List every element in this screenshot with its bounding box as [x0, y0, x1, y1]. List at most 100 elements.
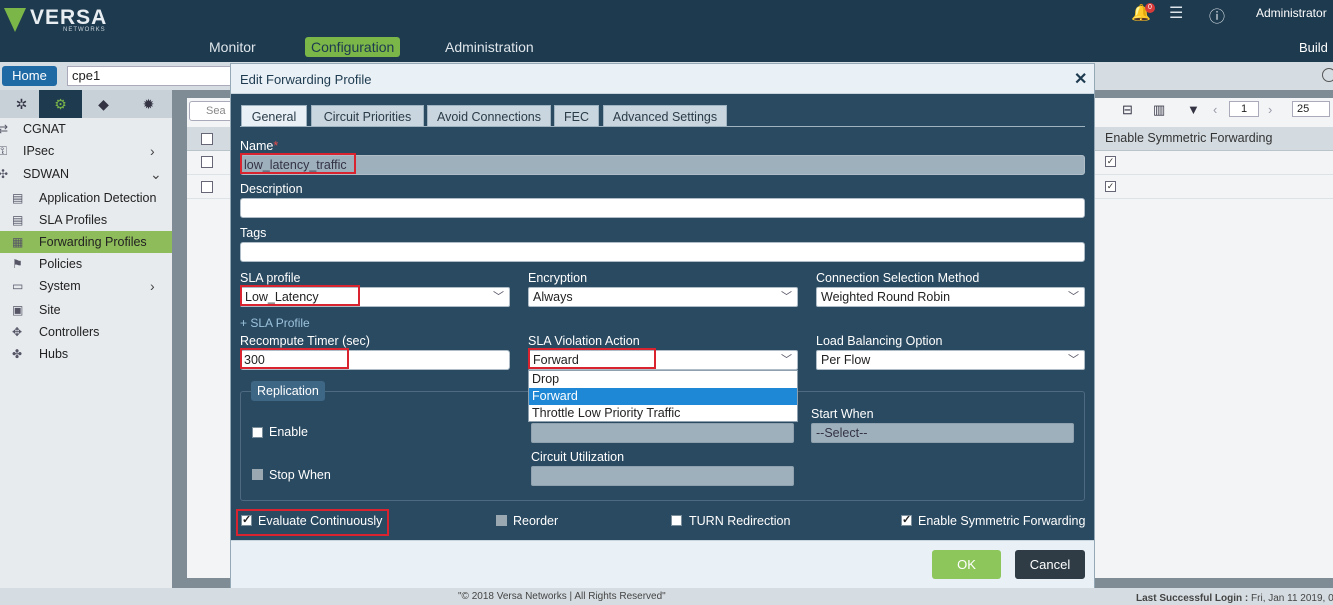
- edit-forwarding-profile-dialog: Edit Forwarding Profile ✕ General Circui…: [230, 63, 1095, 588]
- sidebar-item-ipsec[interactable]: ⚿ IPsec ›: [0, 140, 172, 162]
- symmetric-forwarding-checkbox[interactable]: [901, 513, 912, 526]
- description-field[interactable]: [240, 198, 1085, 218]
- sidebar-item-sdwan[interactable]: ✣ SDWAN ⌄: [0, 163, 172, 185]
- tab-circuit-priorities[interactable]: Circuit Priorities: [311, 105, 424, 127]
- sidebar-item-controllers[interactable]: ✥ Controllers: [0, 321, 172, 343]
- enable-label: Enable: [269, 425, 308, 439]
- replication-count-field[interactable]: [531, 423, 794, 443]
- home-button[interactable]: Home: [2, 66, 57, 86]
- top-bar: VERSA NETWORKS Monitor Configuration Adm…: [0, 0, 1333, 62]
- build-label[interactable]: Build: [1299, 40, 1328, 55]
- sidebar-item-label: System: [39, 279, 81, 293]
- columns-icon[interactable]: ▥: [1153, 102, 1165, 118]
- cancel-button[interactable]: Cancel: [1015, 550, 1085, 579]
- list-icon[interactable]: ☰: [1169, 3, 1183, 23]
- row-checkbox[interactable]: [201, 181, 213, 193]
- encryption-select[interactable]: Always ﹀: [528, 287, 798, 307]
- tab-fec[interactable]: FEC: [554, 105, 599, 127]
- reorder-checkbox[interactable]: [496, 515, 507, 526]
- sidebar-item-label: SLA Profiles: [39, 213, 108, 227]
- page-number-input[interactable]: 1: [1229, 101, 1259, 117]
- stop-when-checkbox[interactable]: [252, 469, 263, 480]
- settings-icon[interactable]: ✹: [127, 90, 170, 118]
- turn-redirection-label: TURN Redirection: [689, 514, 791, 528]
- add-sla-profile-link[interactable]: + SLA Profile: [240, 316, 310, 330]
- sidebar-item-sla-profiles[interactable]: ▤ SLA Profiles: [0, 209, 172, 231]
- cgnat-icon: ⇄: [0, 122, 9, 136]
- dialog-header: Edit Forwarding Profile ✕: [231, 64, 1094, 94]
- nav-monitor[interactable]: Monitor: [203, 37, 262, 57]
- grid-search-input[interactable]: Sea: [189, 101, 234, 121]
- chevron-down-icon: ﹀: [1068, 354, 1079, 366]
- sidebar-item-hubs[interactable]: ✤ Hubs: [0, 343, 172, 365]
- network-icon[interactable]: ✲: [0, 90, 43, 118]
- filter-icon[interactable]: ▼: [1187, 102, 1200, 117]
- tab-avoid-connections[interactable]: Avoid Connections: [427, 105, 551, 127]
- device-field[interactable]: cpe1: [67, 66, 237, 86]
- ok-button[interactable]: OK: [932, 550, 1001, 579]
- sidebar-item-forwarding-profiles[interactable]: ▦ Forwarding Profiles: [0, 231, 172, 253]
- gear-icon[interactable]: ⚙: [39, 90, 82, 118]
- sla-profile-highlight: [240, 285, 360, 306]
- sidebar-item-policies[interactable]: ⚑ Policies: [0, 253, 172, 275]
- select-all-checkbox[interactable]: [201, 133, 213, 145]
- row-checkbox[interactable]: [201, 156, 213, 168]
- chevron-down-icon: ⌄: [150, 166, 162, 182]
- sla-profile-label: SLA profile: [240, 271, 301, 285]
- prev-page-icon[interactable]: ‹: [1213, 102, 1217, 117]
- document-icon: ▤: [12, 191, 24, 205]
- option-drop[interactable]: Drop: [529, 371, 797, 388]
- enable-replication-checkbox[interactable]: [252, 427, 263, 438]
- sidebar-item-system[interactable]: ▭ System ›: [0, 275, 172, 297]
- tab-divider: [240, 126, 1085, 127]
- footer: "© 2018 Versa Networks | All Rights Rese…: [0, 588, 1333, 605]
- last-login-label: Last Successful Login :: [1136, 593, 1249, 604]
- sidebar-item-label: Application Detection: [39, 191, 157, 205]
- controllers-icon: ✥: [12, 325, 23, 339]
- tags-field[interactable]: [240, 242, 1085, 262]
- name-label-text: Name: [240, 139, 274, 153]
- option-forward[interactable]: Forward: [529, 388, 797, 405]
- tab-advanced-settings[interactable]: Advanced Settings: [603, 105, 727, 127]
- stop-when-label: Stop When: [269, 468, 331, 482]
- sidebar-item-site[interactable]: ▣ Site: [0, 299, 172, 321]
- sidebar-item-cgnat[interactable]: ⇄ CGNAT: [0, 118, 172, 140]
- chevron-down-icon: ﹀: [493, 291, 504, 303]
- page-size-select[interactable]: 25: [1292, 101, 1330, 117]
- start-when-select[interactable]: --Select--: [811, 423, 1074, 443]
- name-field[interactable]: low_latency_traffic: [240, 155, 1085, 175]
- turn-redirection-checkbox[interactable]: [671, 515, 682, 526]
- next-page-icon[interactable]: ›: [1268, 102, 1272, 117]
- option-throttle[interactable]: Throttle Low Priority Traffic: [529, 405, 797, 422]
- csm-value: Weighted Round Robin: [821, 290, 951, 304]
- system-icon: ▭: [12, 279, 24, 293]
- last-login-value: Fri, Jan 11 2019, 08:: [1251, 593, 1333, 604]
- nav-administration[interactable]: Administration: [439, 37, 540, 57]
- sdwan-icon: ✣: [0, 167, 9, 181]
- nav-configuration[interactable]: Configuration: [305, 37, 401, 57]
- info-icon[interactable]: ⓘ: [1209, 3, 1225, 27]
- minus-icon[interactable]: ⊟: [1122, 102, 1133, 118]
- column-enable-symmetric-forwarding[interactable]: Enable Symmetric Forwarding: [1105, 131, 1272, 145]
- cube-icon[interactable]: ◆: [82, 90, 125, 118]
- recompute-timer-label: Recompute Timer (sec): [240, 334, 370, 348]
- sidebar-tabs: ✲ ⚙ ◆ ✹: [0, 90, 172, 118]
- versa-logo[interactable]: VERSA NETWORKS: [4, 4, 106, 34]
- circuit-utilization-field[interactable]: [531, 466, 794, 486]
- chevron-right-icon: ›: [150, 143, 155, 159]
- hubs-icon: ✤: [12, 347, 23, 361]
- close-icon[interactable]: ✕: [1074, 69, 1087, 89]
- user-menu[interactable]: Administrator: [1256, 6, 1327, 20]
- load-balancing-select[interactable]: Per Flow ﹀: [816, 350, 1085, 370]
- tab-general[interactable]: General: [241, 105, 307, 127]
- load-balancing-value: Per Flow: [821, 353, 871, 367]
- chevron-right-icon: ›: [150, 278, 155, 294]
- copyright: "© 2018 Versa Networks | All Rights Rese…: [458, 591, 666, 602]
- encryption-value: Always: [533, 290, 573, 304]
- dialog-title: Edit Forwarding Profile: [240, 72, 372, 87]
- sidebar-item-application-detection[interactable]: ▤ Application Detection: [0, 187, 172, 209]
- document-icon: ▤: [12, 213, 24, 227]
- csm-select[interactable]: Weighted Round Robin ﹀: [816, 287, 1085, 307]
- name-highlight: [240, 153, 356, 174]
- refresh-icon[interactable]: [1322, 68, 1333, 82]
